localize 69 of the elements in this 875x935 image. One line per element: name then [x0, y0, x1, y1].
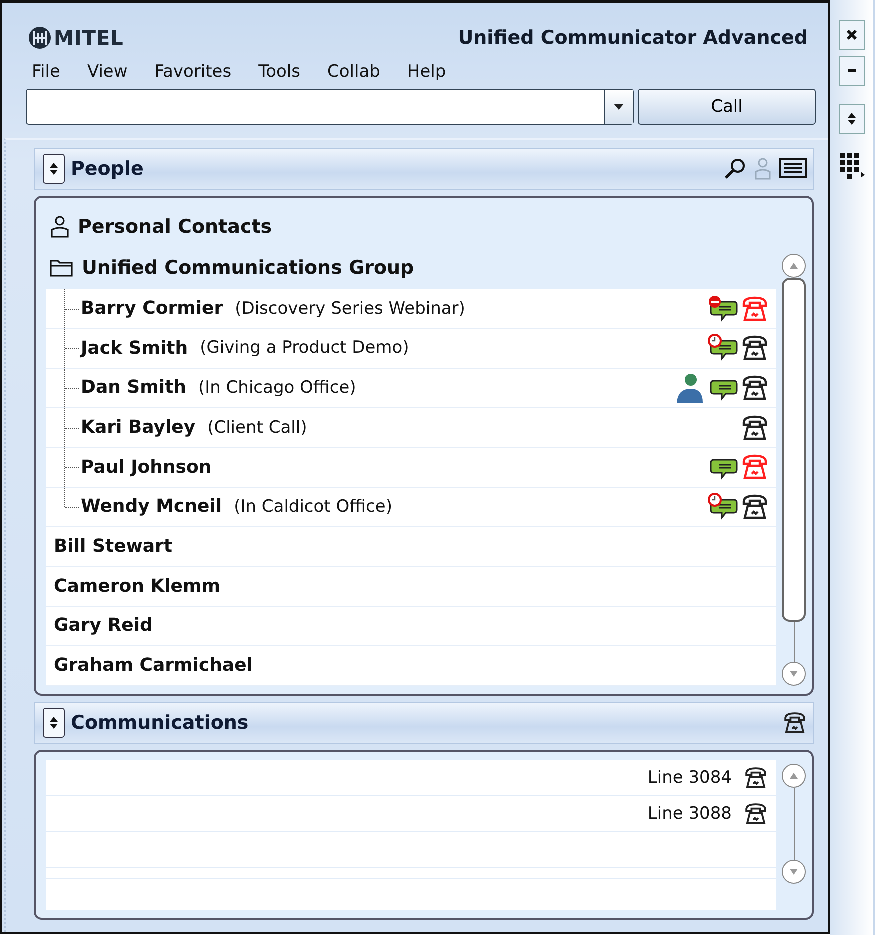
dial-field[interactable] [26, 88, 634, 125]
collapse-button[interactable] [43, 154, 65, 184]
close-icon [846, 29, 858, 41]
contact-row[interactable]: Gary Reid [46, 606, 776, 646]
contact-name: Bill Stewart [53, 536, 173, 558]
menu-item[interactable]: Favorites [154, 62, 232, 82]
section-title: People [71, 158, 144, 180]
scrollbar[interactable] [782, 764, 806, 884]
contact-name: Barry Cormier [81, 298, 224, 320]
contact-row[interactable]: Wendy Mcneil (In Caldicot Office) [46, 488, 776, 528]
contact-name: Wendy Mcneil [81, 496, 222, 518]
contact-status: (In Caldicot Office) [234, 496, 392, 517]
caret-icon [614, 104, 624, 110]
contact-row[interactable]: Dan Smith (In Chicago Office) [46, 368, 776, 408]
scroll-down-icon[interactable] [790, 671, 798, 677]
dialpad-icon[interactable] [838, 152, 864, 182]
menu-item[interactable]: Tools [258, 62, 300, 82]
group-item[interactable]: Unified Communications Group [46, 248, 776, 290]
phone-icon [744, 802, 768, 826]
scroll-up-icon[interactable] [790, 773, 798, 779]
contact-name: Kari Bayley [81, 417, 196, 438]
call-button[interactable]: Call [638, 88, 816, 125]
phone-icon [744, 766, 768, 790]
contact-name: Cameron Klemm [53, 576, 220, 597]
contact-row[interactable]: Graham Carmichael [46, 646, 776, 686]
person-icon [50, 216, 70, 238]
line-label: Line 3084 [648, 768, 732, 788]
line-label: Line 3088 [648, 804, 732, 824]
folder-icon [50, 258, 74, 278]
contact-status: (Giving a Product Demo) [200, 338, 410, 358]
window-title: Unified Communicator Advanced [458, 26, 808, 49]
brand-name: MITEL [54, 26, 124, 50]
menu-item[interactable]: File [32, 62, 60, 82]
contact-status: (Client Call) [208, 418, 308, 438]
menu-item[interactable]: View [87, 62, 128, 82]
collapse-icon [846, 111, 856, 127]
scroll-down-icon[interactable] [790, 869, 798, 875]
line-row[interactable]: Line 3088 [46, 796, 776, 832]
dropdown-button[interactable] [604, 90, 633, 124]
personal-contacts-item[interactable]: Personal Contacts [46, 206, 776, 248]
collapse-button[interactable] [838, 104, 864, 134]
scrollbar[interactable] [782, 254, 806, 686]
close-button[interactable] [838, 20, 864, 50]
contact-row[interactable]: Cameron Klemm [46, 566, 776, 607]
logo-icon [28, 26, 52, 50]
section-title: Communications [71, 712, 249, 734]
contact-status: (Discovery Series Webinar) [235, 298, 466, 319]
menu-item[interactable]: Help [407, 62, 446, 82]
contact-name: Graham Carmichael [53, 655, 253, 676]
contact-status: (In Chicago Office) [198, 378, 356, 398]
collapse-button[interactable] [43, 708, 65, 738]
contact-name: Gary Reid [53, 615, 153, 636]
collapse-icon [49, 161, 59, 177]
contact-name: Paul Johnson [81, 456, 212, 478]
contact-row[interactable]: Bill Stewart [46, 527, 776, 567]
minimize-button[interactable] [838, 56, 864, 86]
contact-name: Jack Smith [81, 338, 188, 359]
collapse-icon [49, 715, 59, 731]
menu-item[interactable]: Collab [327, 62, 380, 82]
contact-name: Dan Smith [81, 377, 186, 398]
search-icon[interactable] [723, 157, 747, 181]
contact-row[interactable]: Jack Smith (Giving a Product Demo) [46, 328, 776, 369]
contact-row[interactable]: Kari Bayley (Client Call) [46, 408, 776, 448]
line-row[interactable]: Line 3084 [46, 760, 776, 796]
phone-icon[interactable] [783, 711, 807, 735]
contact-row[interactable]: Paul Johnson [46, 448, 776, 488]
scroll-up-icon[interactable] [790, 263, 798, 269]
list-icon[interactable] [779, 158, 807, 180]
contact-row[interactable]: Barry Cormier (Discovery Series Webinar) [46, 289, 776, 329]
